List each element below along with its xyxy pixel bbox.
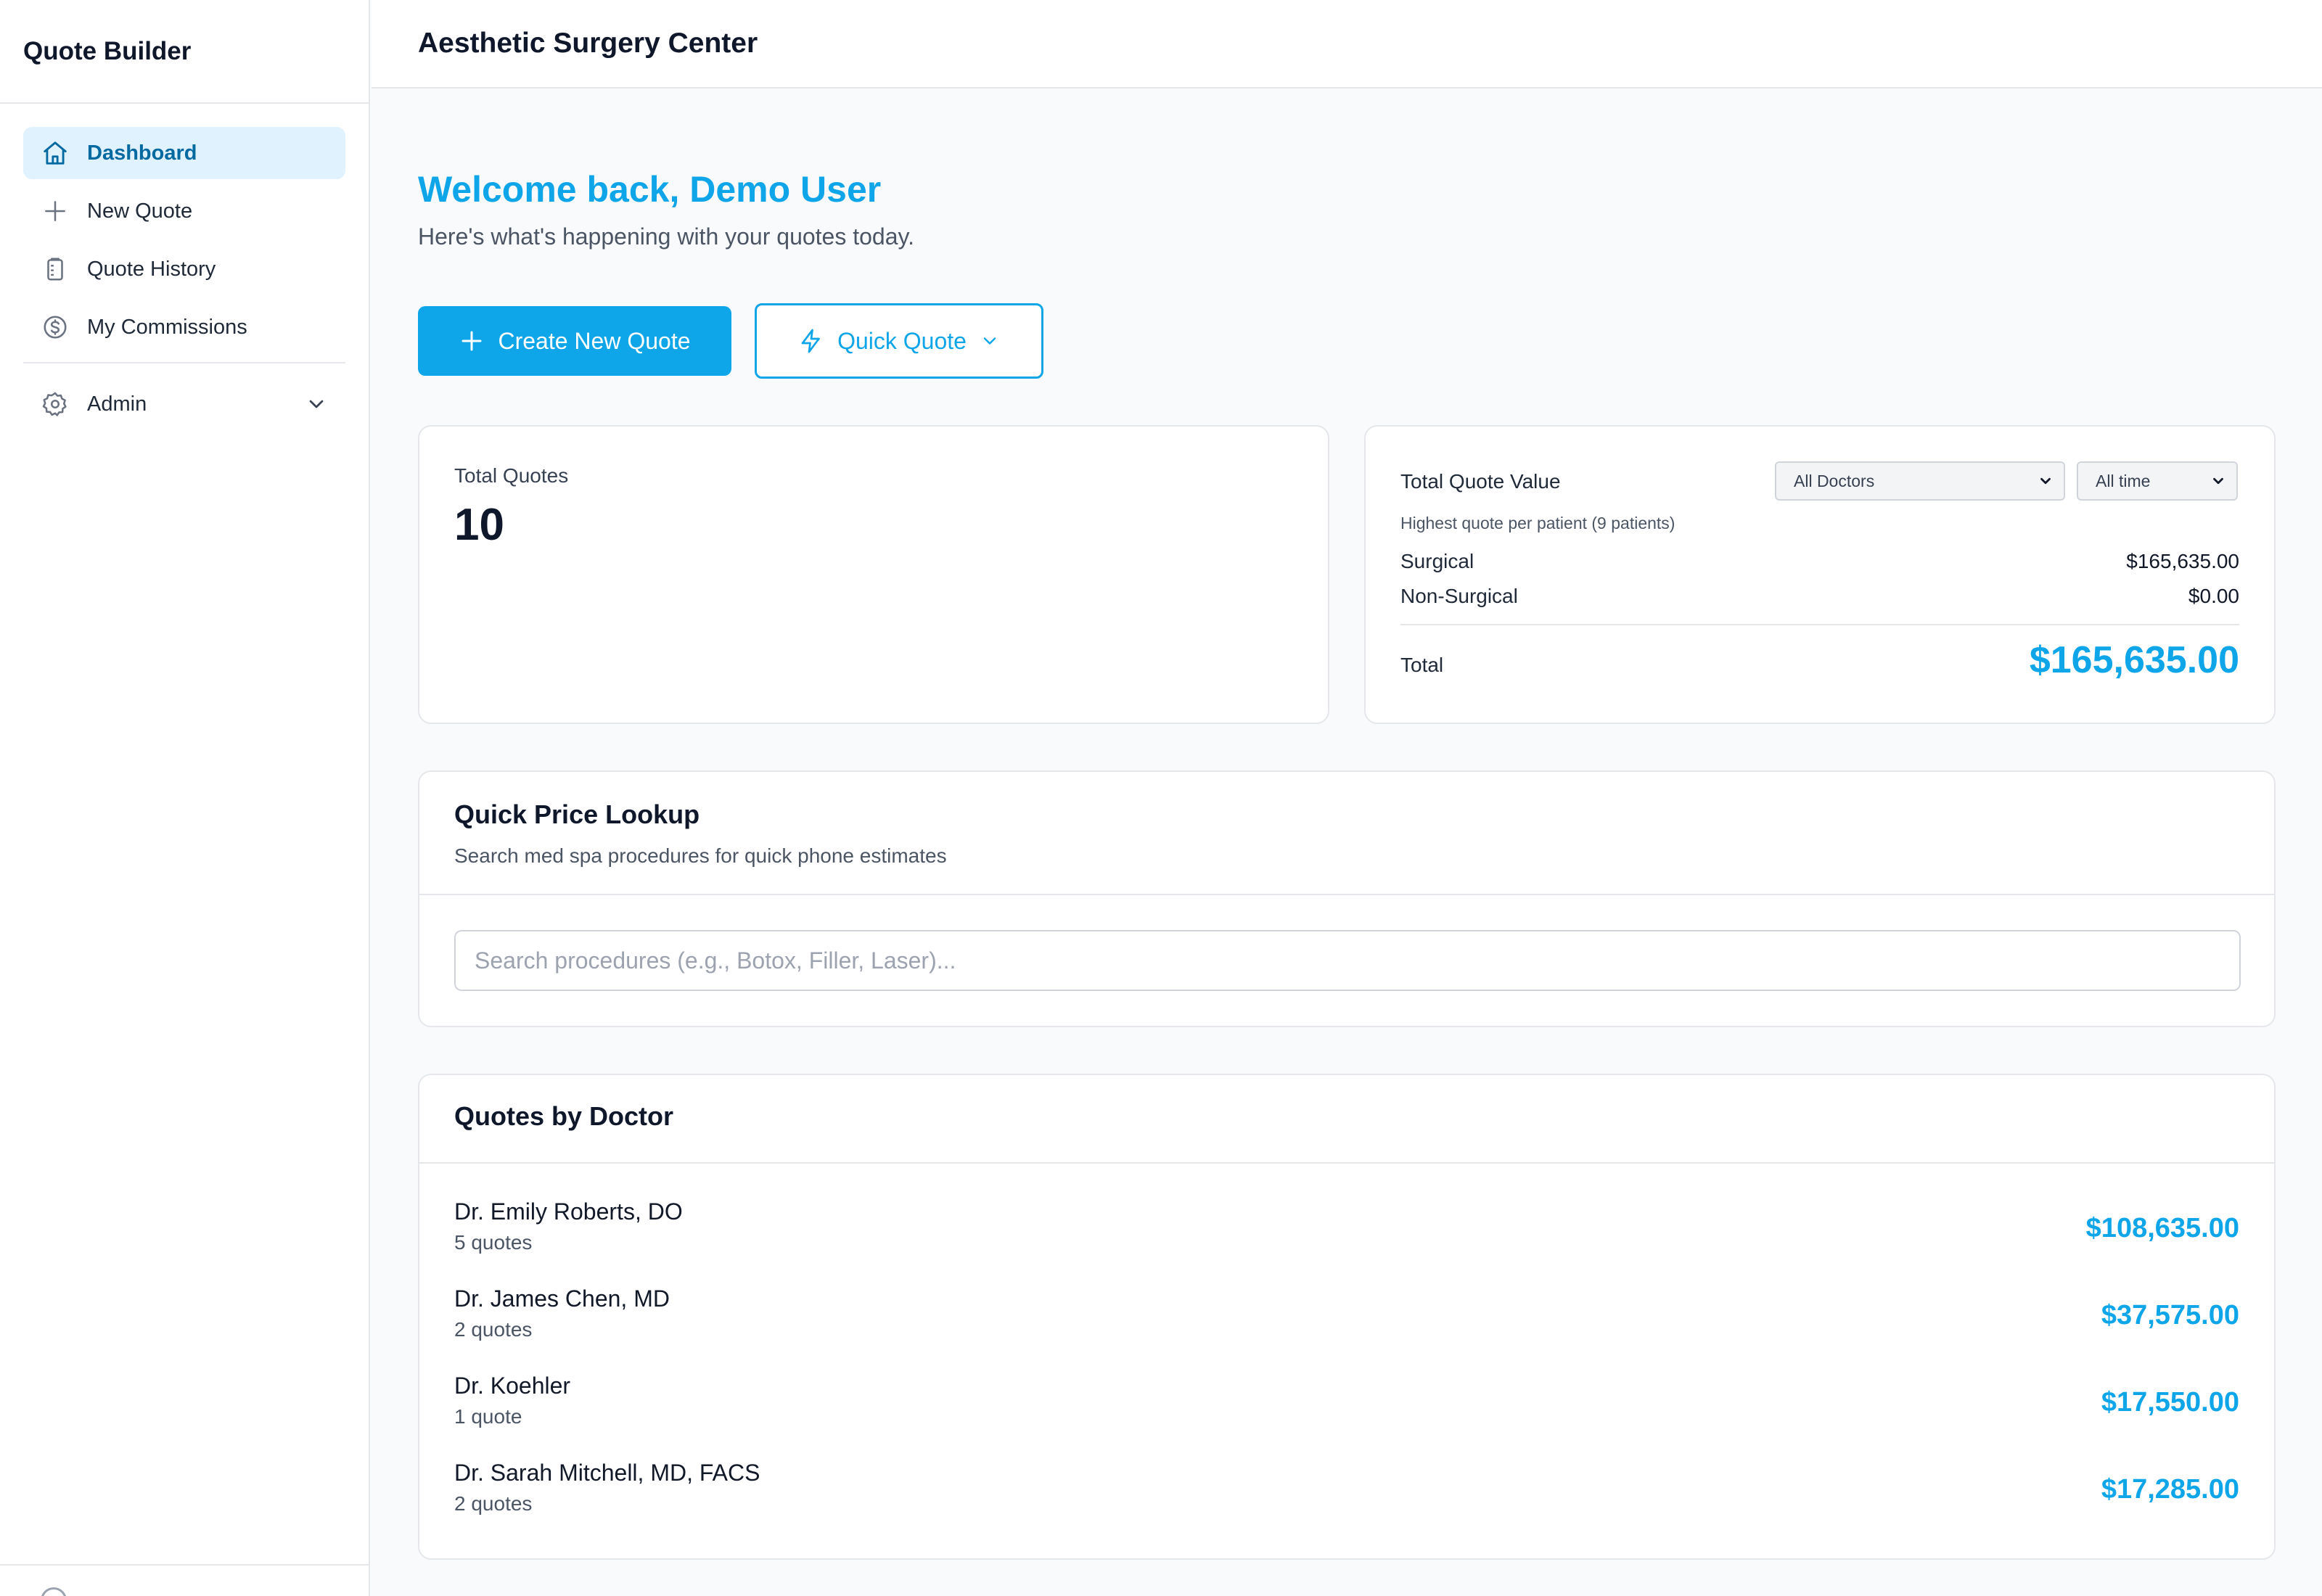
clipboard-icon <box>41 255 70 284</box>
total-quotes-card: Total Quotes 10 <box>418 425 1329 724</box>
sidebar-nav: Dashboard New Quote Quote History My Com… <box>0 104 369 430</box>
procedure-search-input[interactable] <box>454 930 2241 991</box>
surgical-value: $165,635.00 <box>2126 550 2239 572</box>
total-quotes-label: Total Quotes <box>454 464 569 487</box>
total-quote-value-title: Total Quote Value <box>1400 470 1561 493</box>
quick-quote-button[interactable]: Quick Quote <box>755 303 1043 379</box>
doctor-quote-count: 5 quotes <box>454 1231 533 1254</box>
non-surgical-value: $0.00 <box>2188 585 2239 607</box>
quotes-by-doctor-card: Quotes by Doctor Dr. Emily Roberts, DO 5… <box>418 1074 2276 1560</box>
welcome-title: Welcome back, Demo User <box>418 169 882 210</box>
surgical-row: Surgical $165,635.00 <box>1400 550 2239 573</box>
doctor-quote-count: 2 quotes <box>454 1492 533 1515</box>
page-header: Aesthetic Surgery Center <box>372 0 2322 89</box>
doctor-name: Dr. Emily Roberts, DO <box>454 1198 683 1225</box>
create-new-quote-button[interactable]: Create New Quote <box>418 306 731 376</box>
doctors-header: Quotes by Doctor <box>419 1075 2274 1164</box>
doctor-amount: $17,550.00 <box>2101 1387 2239 1418</box>
lookup-subtitle: Search med spa procedures for quick phon… <box>454 844 947 867</box>
sidebar-divider <box>23 362 345 363</box>
total-label: Total <box>1400 654 1444 676</box>
doctor-amount: $108,635.00 <box>2085 1213 2239 1243</box>
total-row: Total $165,635.00 <box>1400 638 2239 682</box>
doctor-filter-value: All Doctors <box>1794 471 1875 490</box>
sidebar-item-admin[interactable]: Admin <box>23 378 345 430</box>
organization-title: Aesthetic Surgery Center <box>418 28 758 59</box>
doctor-name: Dr. James Chen, MD <box>454 1286 670 1312</box>
doctor-name: Dr. Sarah Mitchell, MD, FACS <box>454 1460 760 1486</box>
doctor-amount: $37,575.00 <box>2101 1300 2239 1330</box>
gear-icon <box>41 390 70 419</box>
create-new-quote-label: Create New Quote <box>498 327 691 354</box>
total-value: $165,635.00 <box>2029 639 2239 681</box>
sidebar-item-new-quote[interactable]: New Quote <box>23 185 345 237</box>
time-filter-select[interactable]: All time <box>2077 461 2238 501</box>
doctor-row[interactable]: Dr. James Chen, MD 2 quotes $37,575.00 <box>454 1286 2239 1373</box>
total-quote-value-card: Total Quote Value All Doctors All time H… <box>1364 425 2276 724</box>
total-quotes-value: 10 <box>454 500 504 550</box>
plus-icon <box>41 197 70 226</box>
sidebar-item-label: Admin <box>87 392 147 416</box>
doctor-list: Dr. Emily Roberts, DO 5 quotes $108,635.… <box>454 1198 2239 1547</box>
lookup-header: Quick Price Lookup Search med spa proced… <box>419 772 2274 895</box>
sidebar-item-my-commissions[interactable]: My Commissions <box>23 301 345 353</box>
doctor-quote-count: 2 quotes <box>454 1318 533 1341</box>
chevron-down-icon <box>983 337 996 345</box>
doctor-quote-count: 1 quote <box>454 1405 522 1428</box>
doctor-row[interactable]: Dr. Koehler 1 quote $17,550.00 <box>454 1373 2239 1460</box>
divider <box>1400 624 2239 625</box>
value-note: Highest quote per patient (9 patients) <box>1400 514 1675 532</box>
doctors-title: Quotes by Doctor <box>454 1101 674 1131</box>
chevron-down-icon <box>2040 477 2051 485</box>
quick-price-lookup-card: Quick Price Lookup Search med spa proced… <box>418 770 2276 1027</box>
sidebar-item-label: My Commissions <box>87 315 247 339</box>
home-icon <box>41 139 70 168</box>
chevron-down-icon <box>2213 477 2223 485</box>
non-surgical-row: Non-Surgical $0.00 <box>1400 585 2239 608</box>
welcome-subtitle: Here's what's happening with your quotes… <box>418 223 915 250</box>
quick-quote-label: Quick Quote <box>837 327 967 354</box>
time-filter-value: All time <box>2096 471 2151 490</box>
surgical-label: Surgical <box>1400 550 1474 572</box>
sidebar-item-dashboard[interactable]: Dashboard <box>23 127 345 179</box>
user-icon[interactable] <box>41 1587 67 1596</box>
dollar-circle-icon <box>41 313 70 342</box>
sidebar-item-label: New Quote <box>87 199 193 223</box>
doctor-amount: $17,285.00 <box>2101 1474 2239 1505</box>
sidebar-item-label: Quote History <box>87 257 216 281</box>
doctor-row[interactable]: Dr. Emily Roberts, DO 5 quotes $108,635.… <box>454 1198 2239 1286</box>
sidebar-item-quote-history[interactable]: Quote History <box>23 243 345 295</box>
lookup-title: Quick Price Lookup <box>454 799 700 829</box>
plus-icon <box>461 331 482 351</box>
doctor-row[interactable]: Dr. Sarah Mitchell, MD, FACS 2 quotes $1… <box>454 1460 2239 1547</box>
doctor-filter-select[interactable]: All Doctors <box>1775 461 2065 501</box>
doctor-name: Dr. Koehler <box>454 1373 571 1399</box>
app-brand: Quote Builder <box>0 0 369 104</box>
lightning-icon <box>801 329 820 353</box>
sidebar-item-label: Dashboard <box>87 141 197 165</box>
chevron-down-icon <box>309 400 324 408</box>
non-surgical-label: Non-Surgical <box>1400 585 1518 607</box>
sidebar-footer <box>0 1564 369 1596</box>
sidebar: Quote Builder Dashboard New Quote Quote … <box>0 0 370 1596</box>
